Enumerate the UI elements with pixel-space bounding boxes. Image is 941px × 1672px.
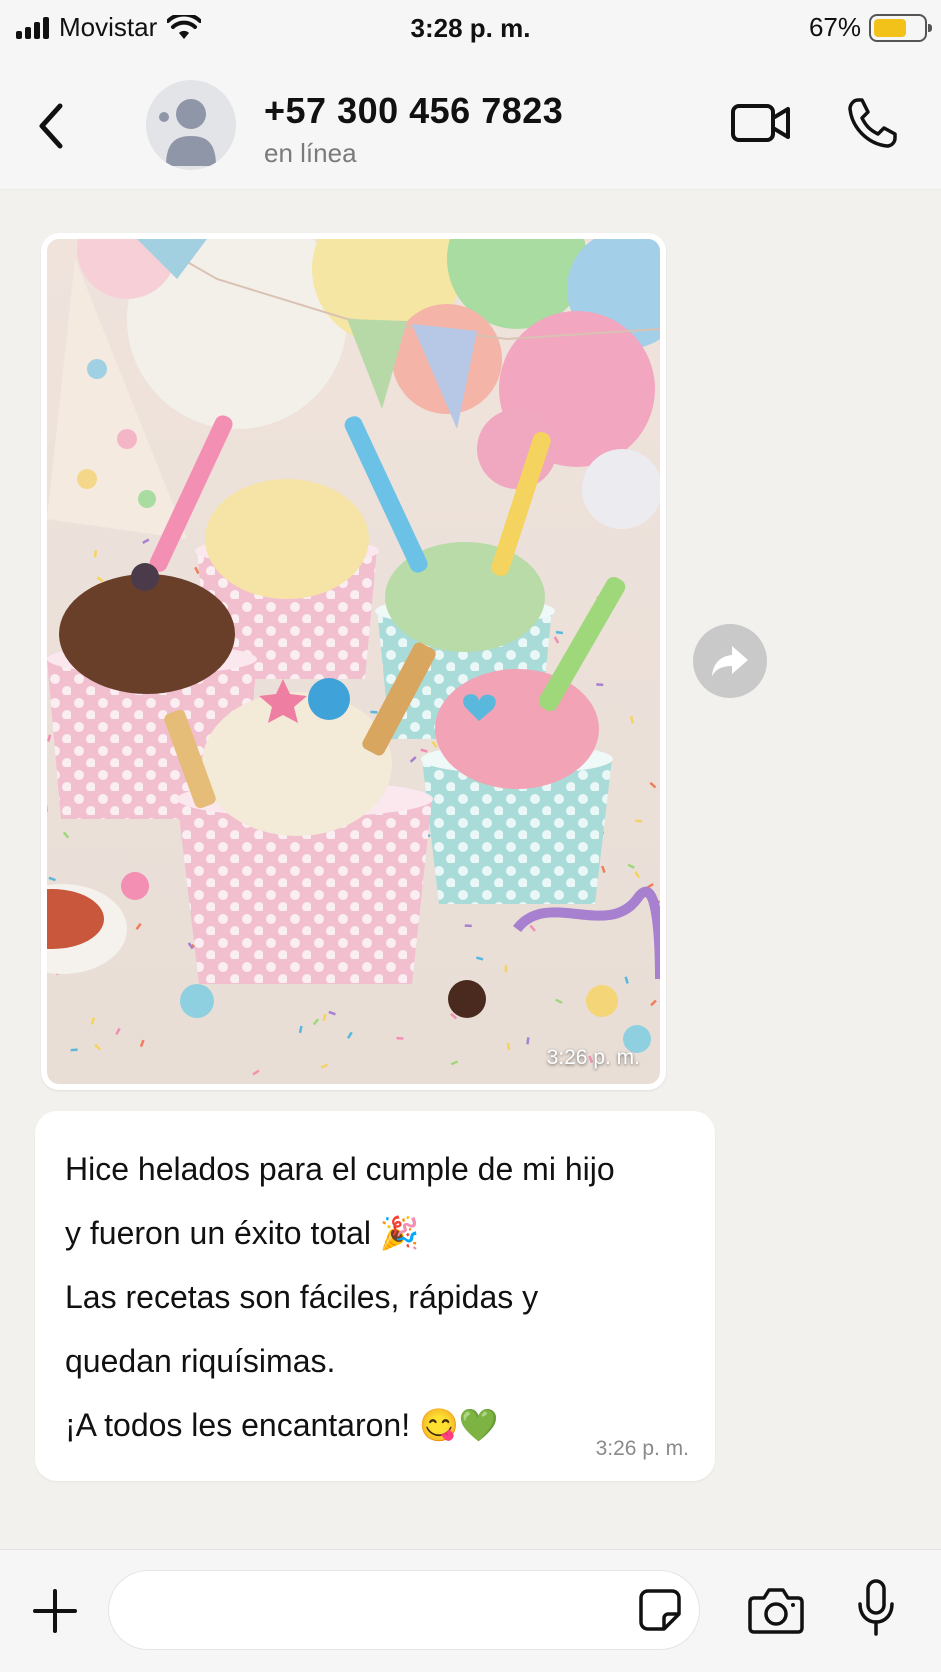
ice-cream-party-photo[interactable]: 3:26 p. m. (47, 239, 660, 1084)
sprinkle (464, 924, 472, 928)
contact-status: en línea (264, 138, 357, 168)
avatar-placeholder-icon (159, 99, 216, 166)
sprinkle (370, 710, 378, 714)
sticker-icon[interactable] (638, 1588, 682, 1632)
message-timestamp: 3:26 p. m. (595, 1437, 689, 1460)
chat-area[interactable]: 3:26 p. m. Hice helados para el cumple d… (0, 191, 941, 1549)
battery-icon (869, 13, 932, 42)
status-bar: Movistar 3:28 p. m. 67% (0, 0, 941, 62)
sprinkle (396, 1036, 404, 1040)
camera-icon[interactable] (748, 1586, 804, 1634)
microphone-icon[interactable] (856, 1578, 896, 1638)
status-time: 3:28 p. m. (410, 13, 531, 43)
phone-icon[interactable] (846, 96, 898, 150)
contact-name[interactable]: +57 300 456 7823 (264, 90, 563, 132)
image-message[interactable]: 3:26 p. m. (41, 233, 666, 1090)
status-right: 67% (808, 12, 932, 43)
message-line: Hice helados para el cumple de mi hijo (65, 1151, 615, 1187)
message-line: ¡A todos les encantaron! 😋💚 (65, 1407, 499, 1443)
back-chevron-icon[interactable] (32, 98, 72, 154)
input-bar (0, 1549, 941, 1672)
battery-fill (874, 18, 907, 37)
plus-icon[interactable] (32, 1588, 78, 1634)
message-line: y fueron un éxito total 🎉 (65, 1215, 420, 1251)
message-line: quedan riquísimas. (65, 1343, 336, 1379)
video-camera-icon[interactable] (730, 98, 792, 148)
avatar[interactable] (146, 80, 236, 170)
image-timestamp: 3:26 p. m. (546, 1046, 640, 1069)
message-input[interactable] (108, 1570, 700, 1650)
forward-button[interactable] (693, 624, 767, 698)
photo-illustration (47, 239, 660, 1084)
battery-percentage: 67% (808, 12, 861, 42)
text-message[interactable]: Hice helados para el cumple de mi hijo y… (35, 1111, 715, 1481)
chat-header: +57 300 456 7823 en línea (0, 62, 941, 190)
sprinkle (504, 965, 508, 973)
sprinkle (596, 683, 604, 687)
forward-arrow-icon (712, 646, 748, 676)
message-line: Las recetas son fáciles, rápidas y (65, 1279, 539, 1315)
